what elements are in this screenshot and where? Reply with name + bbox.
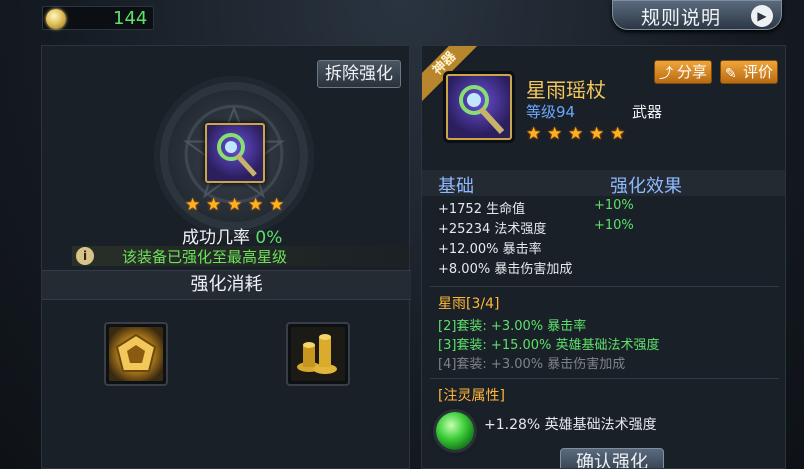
- star-icon: ★: [248, 195, 264, 215]
- item-level: 等级94: [526, 103, 576, 121]
- rate-label: 评价: [743, 63, 774, 81]
- item-name: 星雨瑶杖: [526, 78, 606, 102]
- star-icon: ★: [568, 124, 584, 144]
- staff-item-icon[interactable]: [205, 123, 265, 183]
- stat-line: +8.00% 暴击伤害加成: [438, 262, 573, 277]
- cost-title: 强化消耗: [190, 274, 263, 295]
- rules-button[interactable]: 规则说明 ▶: [612, 0, 782, 30]
- star-rating: ★ ★ ★ ★ ★: [185, 197, 286, 214]
- stat-line: +25234 法术强度: [438, 222, 547, 237]
- star-icon: ★: [526, 124, 542, 144]
- share-label: 分享: [677, 63, 708, 81]
- stat-bonus: +10%: [594, 218, 634, 233]
- success-rate: 成功几率 0%: [182, 223, 282, 248]
- base-column-title: 基础: [438, 176, 474, 197]
- set-bonus-active: [3]套装: +15.00% 英雄基础法术强度: [438, 338, 660, 353]
- star-icon: ★: [269, 195, 285, 215]
- rules-label: 规则说明: [641, 7, 722, 29]
- staff-item-icon[interactable]: [446, 74, 512, 140]
- success-value: 0%: [255, 228, 283, 248]
- item-detail-panel: 神器 ⤴ 分享 ✎ 评价 星雨瑶杖 等级94 武器 ★ ★ ★ ★ ★ 基础 强…: [421, 45, 786, 469]
- info-icon: i: [76, 247, 94, 265]
- stats-header: 基础 强化效果: [422, 170, 785, 197]
- green-orb-icon: [436, 412, 474, 450]
- star-icon: ★: [547, 124, 563, 144]
- gold-pile-icon[interactable]: [286, 322, 350, 386]
- notice-text: 该装备已强化至最高星级: [122, 248, 288, 266]
- star-icon: ★: [185, 195, 201, 215]
- remove-enhance-button[interactable]: 拆除强化: [317, 60, 401, 88]
- confirm-enhance-button[interactable]: 确认强化: [560, 448, 664, 468]
- set-bonus-inactive: [4]套装: +3.00% 暴击伤害加成: [438, 357, 626, 372]
- rate-button[interactable]: ✎ 评价: [720, 60, 778, 84]
- max-star-notice: i 该装备已强化至最高星级: [72, 246, 412, 266]
- stat-bonus: +10%: [594, 198, 634, 213]
- enhance-stone-icon[interactable]: [104, 322, 168, 386]
- share-icon: ⤴: [659, 66, 673, 82]
- star-icon: ★: [589, 124, 605, 144]
- star-icon: ★: [610, 124, 626, 144]
- stat-line: +12.00% 暴击率: [438, 242, 542, 257]
- enhance-panel: 拆除强化 ★ ★ ★ ★ ★ 成功几率 0% i 该装备已强化至最高星级 强化消…: [41, 45, 412, 469]
- item-type: 武器: [632, 103, 663, 121]
- gold-coin-icon: [46, 9, 66, 29]
- star-icon: ★: [206, 195, 222, 215]
- divider: [430, 286, 779, 287]
- arrow-right-icon: ▶: [751, 5, 773, 27]
- cost-header: 强化消耗: [42, 270, 411, 300]
- edit-icon: ✎: [725, 66, 737, 82]
- spirit-title: [注灵属性]: [438, 388, 505, 404]
- set-title: 星雨[3/4]: [438, 296, 500, 312]
- stat-line: +1752 生命值: [438, 202, 526, 217]
- success-label: 成功几率: [182, 228, 250, 248]
- divider: [430, 378, 779, 379]
- share-button[interactable]: ⤴ 分享: [654, 60, 712, 84]
- star-icon: ★: [227, 195, 243, 215]
- set-bonus-active: [2]套装: +3.00% 暴击率: [438, 319, 587, 334]
- star-rating: ★ ★ ★ ★ ★: [526, 126, 627, 143]
- effect-column-title: 强化效果: [610, 176, 682, 197]
- spirit-attribute: +1.28% 英雄基础法术强度: [484, 417, 657, 433]
- currency-display: 144: [42, 6, 154, 30]
- currency-amount: 144: [113, 8, 148, 29]
